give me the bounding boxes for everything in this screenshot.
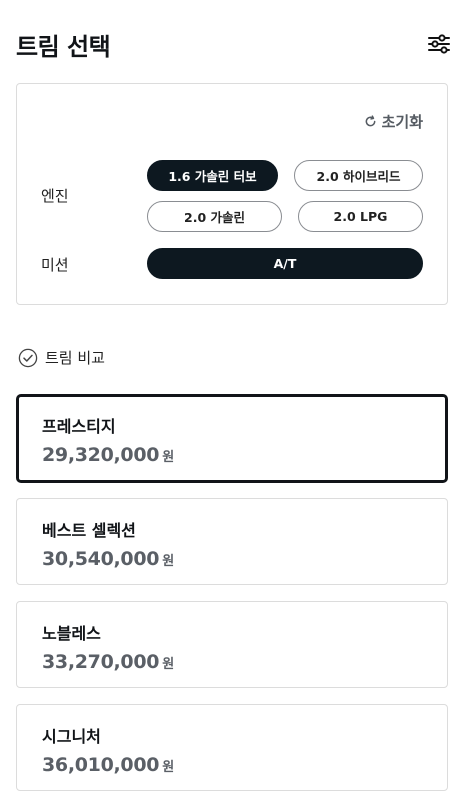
refresh-icon bbox=[365, 115, 376, 127]
trim-price-unit: 원 bbox=[162, 450, 175, 465]
sliders-icon bbox=[428, 34, 450, 54]
trim-price-unit: 원 bbox=[162, 554, 175, 569]
trim-price-value: 33,270,000 bbox=[42, 651, 160, 673]
transmission-option-at[interactable]: A/T bbox=[147, 248, 423, 279]
trim-name: 프레스티지 bbox=[42, 417, 116, 436]
engine-option-1-6-turbo[interactable]: 1.6 가솔린 터보 bbox=[147, 160, 278, 191]
engine-label: 엔진 bbox=[41, 187, 69, 205]
trim-price-value: 30,540,000 bbox=[42, 548, 160, 570]
trim-card-prestige[interactable]: 프레스티지 29,320,000 원 bbox=[16, 394, 448, 483]
trim-price: 36,010,000 원 bbox=[42, 754, 174, 776]
trim-price-unit: 원 bbox=[162, 657, 175, 672]
trim-price-unit: 원 bbox=[162, 760, 175, 775]
check-circle-icon bbox=[18, 348, 38, 367]
engine-option-2-0-hybrid[interactable]: 2.0 하이브리드 bbox=[294, 160, 423, 191]
engine-option-2-0-lpg[interactable]: 2.0 LPG bbox=[298, 201, 423, 232]
trim-card-noblesse[interactable]: 노블레스 33,270,000 원 bbox=[16, 601, 448, 688]
trim-name: 베스트 셀렉션 bbox=[42, 521, 136, 540]
transmission-label: 미션 bbox=[41, 256, 69, 274]
reset-label: 초기화 bbox=[381, 113, 423, 131]
filter-button[interactable] bbox=[426, 31, 452, 57]
reset-button[interactable]: 초기화 bbox=[364, 111, 423, 132]
page-header: 트림 선택 bbox=[16, 22, 450, 66]
trim-card-signature[interactable]: 시그니처 36,010,000 원 bbox=[16, 704, 448, 791]
trim-price: 33,270,000 원 bbox=[42, 651, 174, 673]
trim-price: 29,320,000 원 bbox=[42, 444, 174, 466]
trim-price: 30,540,000 원 bbox=[42, 548, 174, 570]
trim-card-best-selection[interactable]: 베스트 셀렉션 30,540,000 원 bbox=[16, 498, 448, 585]
trim-name: 시그니처 bbox=[42, 727, 101, 746]
engine-option-2-0-gasoline[interactable]: 2.0 가솔린 bbox=[147, 201, 282, 232]
filter-panel: 초기화 엔진 1.6 가솔린 터보 2.0 하이브리드 2.0 가솔린 2.0 … bbox=[16, 83, 448, 305]
trim-price-value: 36,010,000 bbox=[42, 754, 160, 776]
trim-compare-toggle[interactable]: 트림 비교 bbox=[18, 347, 105, 368]
trim-compare-label: 트림 비교 bbox=[45, 349, 105, 367]
trim-price-value: 29,320,000 bbox=[42, 444, 160, 466]
page-title: 트림 선택 bbox=[16, 32, 111, 61]
trim-name: 노블레스 bbox=[42, 624, 101, 643]
